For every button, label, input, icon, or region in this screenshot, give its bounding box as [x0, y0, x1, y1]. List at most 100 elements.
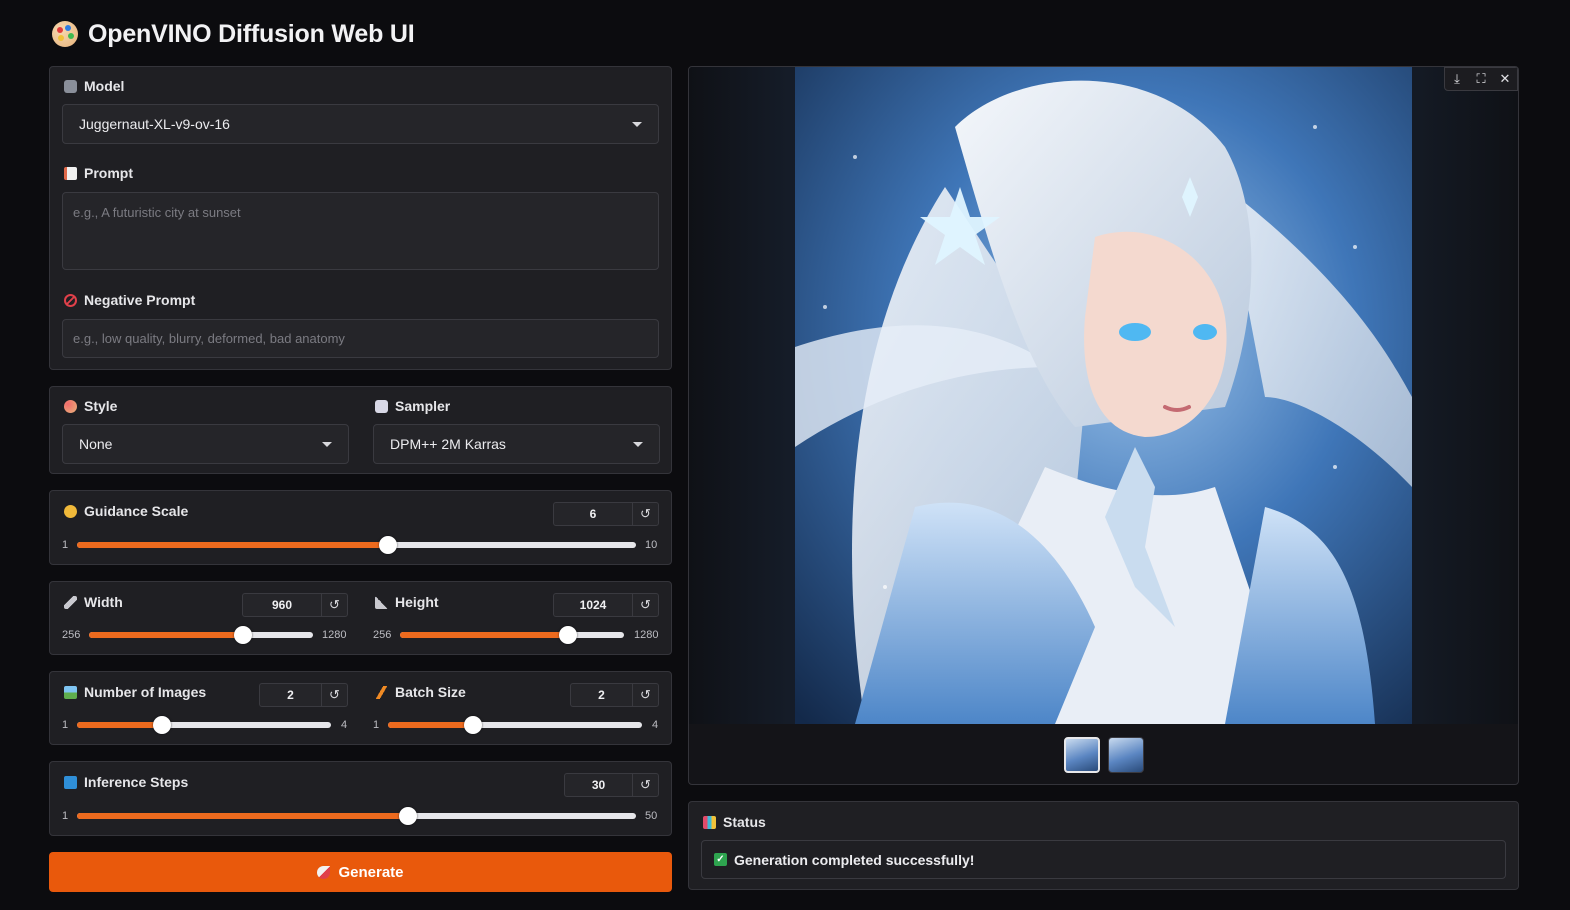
guidance-scale-panel: Guidance Scale 6 ↺ 1 10	[49, 490, 672, 565]
number-of-images-min: 1	[62, 719, 69, 731]
palette-icon	[52, 21, 78, 47]
reset-icon[interactable]: ↺	[632, 594, 658, 616]
slider-thumb[interactable]	[234, 626, 252, 644]
slider-fill	[89, 632, 243, 638]
width-input[interactable]: 960 ↺	[242, 593, 348, 617]
slider-thumb[interactable]	[463, 716, 482, 734]
width-value[interactable]: 960	[243, 594, 321, 616]
inference-steps-label: Inference Steps	[64, 774, 188, 790]
style-dropdown[interactable]: None	[62, 424, 349, 464]
fullscreen-icon[interactable]: ⛶	[1469, 68, 1493, 90]
slider-thumb[interactable]	[559, 626, 577, 644]
reset-icon[interactable]: ↺	[632, 503, 658, 525]
prohibited-icon	[64, 293, 77, 307]
gallery-thumbnail[interactable]	[1107, 737, 1144, 773]
height-value[interactable]: 1024	[554, 594, 632, 616]
status-message: Generation completed successfully!	[734, 851, 975, 868]
chevron-down-icon	[633, 441, 643, 447]
height-input[interactable]: 1024 ↺	[553, 593, 659, 617]
dice-icon	[375, 399, 388, 413]
output-gallery: ⤓ ⛶ ✕	[688, 66, 1519, 785]
model-dropdown[interactable]: Juggernaut-XL-v9-ov-16	[62, 104, 659, 144]
slider-fill	[77, 813, 408, 819]
slider-thumb[interactable]	[378, 536, 397, 554]
app-header: OpenVINO Diffusion Web UI	[52, 18, 415, 50]
reset-icon[interactable]: ↺	[321, 594, 347, 616]
guidance-scale-value[interactable]: 6	[554, 503, 632, 525]
gallery-toolbar: ⤓ ⛶ ✕	[1444, 67, 1518, 91]
prompt-input[interactable]: e.g., A futuristic city at sunset	[62, 192, 659, 270]
generated-image[interactable]	[795, 67, 1412, 724]
lightning-icon	[375, 685, 388, 699]
height-label: Height	[375, 594, 439, 610]
dimensions-panel: Width 960 ↺ 256 1280 Height 1024 ↺ 256 1…	[49, 581, 672, 655]
guidance-scale-input[interactable]: 6 ↺	[553, 502, 659, 526]
model-prompt-panel: Model Juggernaut-XL-v9-ov-16 Prompt e.g.…	[49, 66, 672, 370]
status-panel: Status ✓ Generation completed successful…	[688, 801, 1519, 890]
rocket-icon	[317, 865, 331, 879]
picture-icon	[64, 685, 77, 699]
palette-icon	[64, 399, 77, 413]
style-label: Style	[64, 398, 117, 414]
width-max: 1280	[322, 629, 347, 641]
app-title: OpenVINO Diffusion Web UI	[88, 19, 415, 48]
number-of-images-label: Number of Images	[64, 684, 206, 700]
generate-label: Generate	[338, 863, 404, 881]
batch-size-label: Batch Size	[375, 684, 466, 700]
ruler-icon	[64, 595, 77, 609]
sampler-label: Sampler	[375, 398, 450, 414]
guidance-scale-label: Guidance Scale	[64, 503, 188, 519]
generated-image-art	[795, 67, 1412, 724]
prompt-placeholder: e.g., A futuristic city at sunset	[73, 205, 241, 220]
inference-steps-panel: Inference Steps 30 ↺ 1 50	[49, 761, 672, 836]
model-label: Model	[64, 78, 124, 94]
height-max: 1280	[634, 629, 659, 641]
sampler-dropdown[interactable]: DPM++ 2M Karras	[373, 424, 660, 464]
style-selected-value: None	[79, 436, 113, 452]
batch-size-min: 1	[373, 719, 380, 731]
batch-size-value[interactable]: 2	[571, 684, 632, 706]
inference-steps-input[interactable]: 30 ↺	[564, 773, 659, 797]
negative-prompt-input[interactable]: e.g., low quality, blurry, deformed, bad…	[62, 319, 659, 358]
negative-prompt-label: Negative Prompt	[64, 292, 195, 308]
reset-icon[interactable]: ↺	[632, 774, 658, 796]
number-of-images-value[interactable]: 2	[260, 684, 321, 706]
download-icon[interactable]: ⤓	[1445, 68, 1469, 90]
width-label: Width	[64, 594, 123, 610]
inference-steps-min: 1	[62, 810, 69, 822]
reset-icon[interactable]: ↺	[632, 684, 658, 706]
inference-steps-value[interactable]: 30	[565, 774, 632, 796]
reset-icon[interactable]: ↺	[321, 684, 347, 706]
height-min: 256	[373, 629, 392, 641]
width-slider[interactable]	[89, 626, 313, 644]
memo-icon	[64, 166, 77, 180]
guidance-scale-max: 10	[645, 539, 658, 551]
slider-fill	[400, 632, 568, 638]
width-min: 256	[62, 629, 81, 641]
number-of-images-input[interactable]: 2 ↺	[259, 683, 348, 707]
number-of-images-max: 4	[341, 719, 348, 731]
gallery-thumbnail[interactable]	[1063, 737, 1100, 773]
height-slider[interactable]	[400, 626, 624, 644]
batch-size-max: 4	[652, 719, 659, 731]
compass-icon	[64, 504, 77, 518]
slider-thumb[interactable]	[398, 807, 417, 825]
batch-size-input[interactable]: 2 ↺	[570, 683, 659, 707]
guidance-scale-slider[interactable]	[77, 536, 636, 554]
style-sampler-panel: Style None Sampler DPM++ 2M Karras	[49, 386, 672, 474]
count-panel: Number of Images 2 ↺ 1 4 Batch Size 2 ↺ …	[49, 671, 672, 745]
slider-thumb[interactable]	[152, 716, 171, 734]
prompt-label: Prompt	[64, 165, 133, 181]
inference-steps-slider[interactable]	[77, 807, 636, 825]
chevron-down-icon	[632, 121, 642, 127]
model-selected-value: Juggernaut-XL-v9-ov-16	[79, 116, 230, 132]
generate-button[interactable]: Generate	[49, 852, 672, 892]
robot-icon	[64, 79, 77, 93]
batch-size-slider[interactable]	[388, 716, 642, 734]
number-of-images-slider[interactable]	[77, 716, 331, 734]
slider-fill	[77, 722, 162, 728]
triangular-ruler-icon	[375, 595, 388, 609]
numbers-icon	[64, 775, 77, 789]
close-icon[interactable]: ✕	[1493, 68, 1517, 90]
check-icon: ✓	[714, 853, 727, 866]
